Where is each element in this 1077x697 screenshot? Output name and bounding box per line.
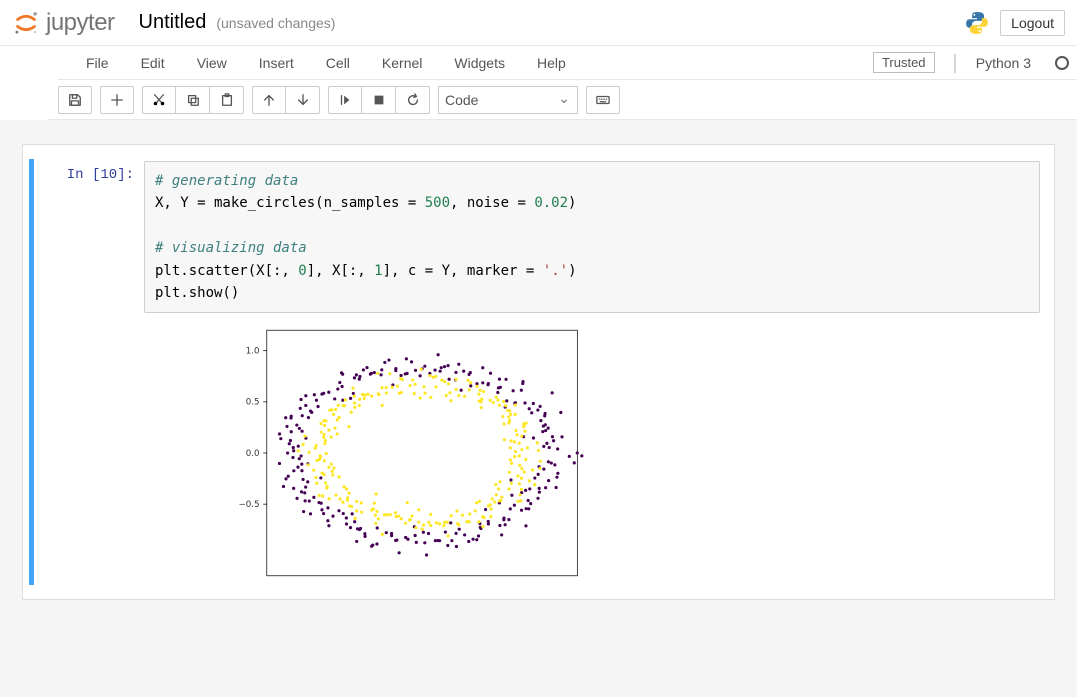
trusted-badge[interactable]: Trusted — [873, 52, 935, 73]
stop-button[interactable] — [362, 86, 396, 114]
copy-icon — [186, 93, 200, 107]
notebook-area: In [10]: # generating data X, Y = make_c… — [0, 120, 1077, 697]
jupyter-logo[interactable]: jupyter — [12, 9, 115, 37]
toolbar-group-save — [58, 86, 92, 114]
command-palette-button[interactable] — [586, 86, 620, 114]
output-area: −0.5 0.0 0.5 1.0 — [144, 313, 1040, 583]
code-cell[interactable]: In [10]: # generating data X, Y = make_c… — [29, 159, 1048, 585]
toolbar-group-cmd — [586, 86, 620, 114]
restart-icon — [406, 93, 420, 107]
menu-items: File Edit View Insert Cell Kernel Widget… — [70, 49, 582, 77]
svg-text:−0.5: −0.5 — [239, 500, 260, 510]
menu-cell[interactable]: Cell — [310, 49, 366, 77]
menu-view[interactable]: View — [181, 49, 243, 77]
menu-widgets[interactable]: Widgets — [438, 49, 521, 77]
stop-icon — [372, 93, 386, 107]
scatter-chart-svg: −0.5 0.0 0.5 1.0 — [154, 323, 654, 583]
python-icon — [964, 10, 990, 36]
kernel-status-icon[interactable] — [1055, 56, 1069, 70]
toolbar-group-run — [328, 86, 430, 114]
svg-text:1.0: 1.0 — [246, 347, 260, 357]
save-button[interactable] — [58, 86, 92, 114]
toolbar: Code — [48, 80, 1077, 120]
notebook-inner: In [10]: # generating data X, Y = make_c… — [22, 144, 1055, 600]
menu-insert[interactable]: Insert — [243, 49, 310, 77]
down-icon — [296, 93, 310, 107]
move-down-button[interactable] — [286, 86, 320, 114]
cell-type-select[interactable]: Code — [438, 86, 578, 114]
header: jupyter Untitled (unsaved changes) Logou… — [0, 0, 1077, 46]
menu-kernel[interactable]: Kernel — [366, 49, 438, 77]
cell-type-selector[interactable]: Code — [438, 86, 578, 114]
paste-button[interactable] — [210, 86, 244, 114]
cell-prompt: In [10]: — [34, 161, 144, 583]
code-input[interactable]: # generating data X, Y = make_circles(n_… — [144, 161, 1040, 313]
menu-help[interactable]: Help — [521, 49, 582, 77]
save-icon — [68, 93, 82, 107]
move-up-button[interactable] — [252, 86, 286, 114]
copy-button[interactable] — [176, 86, 210, 114]
svg-text:0.5: 0.5 — [246, 398, 260, 408]
header-right: Logout — [964, 10, 1065, 36]
restart-button[interactable] — [396, 86, 430, 114]
menu-edit[interactable]: Edit — [125, 49, 181, 77]
jupyter-icon — [12, 9, 40, 37]
up-icon — [262, 93, 276, 107]
run-button[interactable] — [328, 86, 362, 114]
cell-content: # generating data X, Y = make_circles(n_… — [144, 161, 1048, 583]
logout-button[interactable]: Logout — [1000, 10, 1065, 36]
kernel-name: Python 3 — [976, 55, 1031, 71]
toolbar-group-add — [100, 86, 134, 114]
add-icon — [110, 93, 124, 107]
keyboard-icon — [596, 93, 610, 107]
scatter-chart: −0.5 0.0 0.5 1.0 — [154, 323, 654, 583]
cut-button[interactable] — [142, 86, 176, 114]
run-icon — [338, 93, 352, 107]
notebook-status: (unsaved changes) — [216, 15, 335, 31]
notebook-title[interactable]: Untitled — [139, 11, 207, 34]
menu-file[interactable]: File — [70, 49, 125, 77]
paste-icon — [220, 93, 234, 107]
menu-right: Trusted | Python 3 — [873, 52, 1065, 73]
title-area: Untitled (unsaved changes) — [139, 11, 336, 34]
menubar: File Edit View Insert Cell Kernel Widget… — [58, 46, 1077, 80]
toolbar-group-edit — [142, 86, 244, 114]
add-cell-button[interactable] — [100, 86, 134, 114]
toolbar-group-move — [252, 86, 320, 114]
jupyter-logo-text: jupyter — [46, 9, 115, 37]
divider: | — [953, 53, 958, 73]
svg-text:0.0: 0.0 — [246, 449, 260, 459]
cut-icon — [152, 93, 166, 107]
